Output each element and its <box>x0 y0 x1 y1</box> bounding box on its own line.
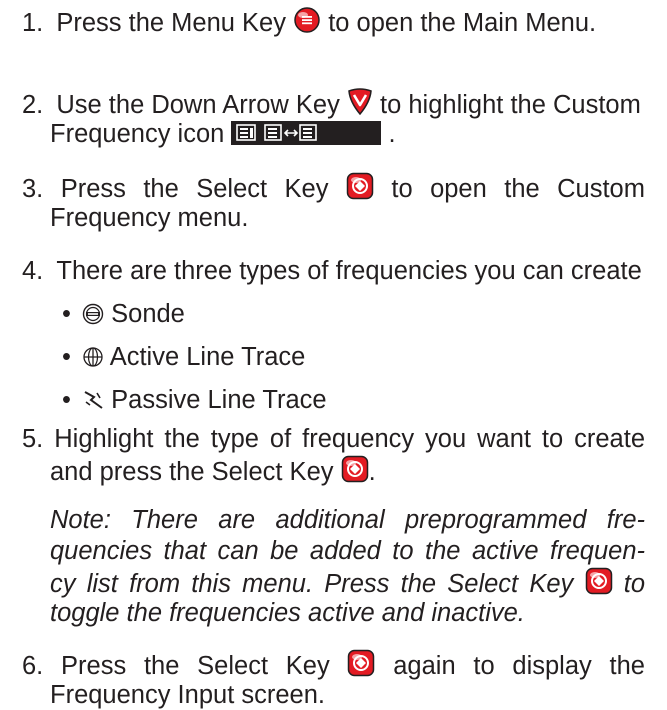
sonde-icon <box>82 303 104 325</box>
step-text: Frequency icon <box>50 120 225 148</box>
step-5: 5. Highlight the type of frequency you w… <box>22 424 645 454</box>
step-number: 5. <box>22 425 44 453</box>
bullet-text: Passive Line Trace <box>111 386 327 414</box>
select-key-icon <box>346 172 374 200</box>
step-text: Press the Menu Key <box>56 9 286 37</box>
bullet-text: Sonde <box>111 300 185 328</box>
active-line-trace-icon <box>82 346 104 368</box>
passive-line-trace-icon <box>82 389 104 411</box>
step-number: 3. <box>22 175 44 203</box>
step-number: 4. <box>22 257 44 285</box>
step-text: Press the Select Key <box>61 652 330 680</box>
step-text: . <box>368 458 376 486</box>
step-3: 3. Press the Select Key to open the Cust… <box>22 172 645 204</box>
step-text: Highlight the type of frequency you want… <box>54 425 645 453</box>
step-text: There are three types of frequencies you… <box>56 257 642 285</box>
note-line-1: Note: There are additional preprogrammed… <box>50 505 645 535</box>
down-arrow-key-icon <box>347 88 373 116</box>
note-line-3: cy list from this menu. Press the Select… <box>50 567 645 599</box>
step-1: 1. Press the Menu Key to open the Main M… <box>22 6 596 38</box>
note-text: quencies that can be added to the active… <box>50 537 645 565</box>
bullet-text: Active Line Trace <box>109 343 306 371</box>
bullet-item-passive-line-trace: • Passive Line Trace <box>62 385 327 415</box>
select-key-icon <box>347 649 375 677</box>
select-key-icon <box>341 455 369 483</box>
step-text: again to display the <box>393 652 645 680</box>
menu-key-icon <box>293 6 321 34</box>
bullet: • <box>62 386 71 414</box>
note-line-4: toggle the frequencies active and inacti… <box>50 598 525 628</box>
step-text: to open the Main Menu. <box>328 9 597 37</box>
step-number: 1. <box>22 9 44 37</box>
bullet-item-sonde: • Sonde <box>62 299 185 329</box>
step-6: 6. Press the Select Key again to display… <box>22 649 645 681</box>
step-text: Frequency menu. <box>50 204 249 232</box>
step-4: 4. There are three types of frequencies … <box>22 256 642 286</box>
step-2-cont: Frequency icon . <box>50 119 396 149</box>
note-line-2: quencies that can be added to the active… <box>50 536 645 566</box>
note-text: to <box>623 570 646 598</box>
step-2: 2. Use the Down Arrow Key to highlight t… <box>22 88 641 120</box>
step-text: Use the Down Arrow Key <box>56 91 340 119</box>
step-text: to open the Custom <box>391 175 645 203</box>
bullet: • <box>62 343 71 371</box>
bullet-item-active-line-trace: • Active Line Trace <box>62 342 305 372</box>
custom-frequency-icon <box>231 121 382 145</box>
select-key-icon <box>585 567 613 595</box>
step-number: 6. <box>22 652 44 680</box>
step-6-cont: Frequency Input screen. <box>50 680 325 710</box>
note-text: Note: There are additional preprogrammed… <box>50 506 645 534</box>
step-5-cont: and press the Select Key . <box>50 455 376 487</box>
step-text: to highlight the Custom <box>380 91 641 119</box>
step-text: and press the Select Key <box>50 458 334 486</box>
step-number: 2. <box>22 91 44 119</box>
note-text: cy list from this menu. Press the Select… <box>50 570 574 598</box>
step-3-cont: Frequency menu. <box>50 203 248 233</box>
note-text: toggle the frequencies active and inacti… <box>50 599 525 627</box>
step-text: Press the Select Key <box>60 175 329 203</box>
step-text: Frequency Input screen. <box>50 681 325 709</box>
step-text: . <box>388 120 396 148</box>
bullet: • <box>62 300 71 328</box>
